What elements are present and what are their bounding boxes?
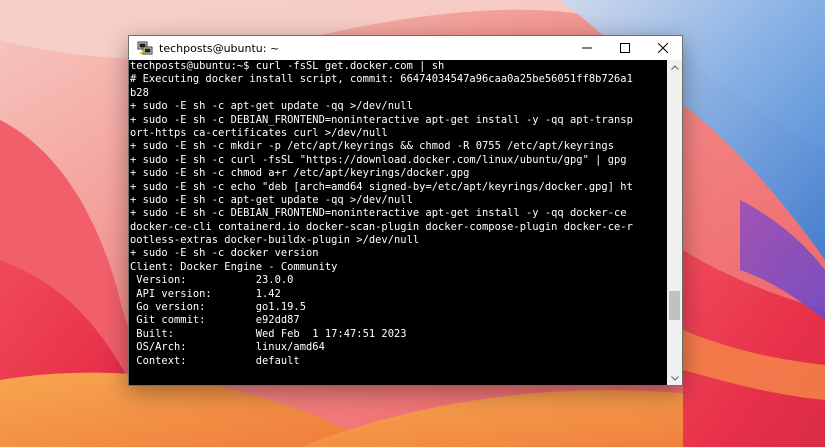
terminal-line: techposts@ubuntu:~$ curl -fsSL get.docke… <box>130 60 445 72</box>
terminal-line: Context: default <box>130 354 300 367</box>
terminal-line: + sudo -E sh -c apt-get update -qq >/dev… <box>130 100 413 113</box>
window-controls <box>568 36 682 60</box>
close-button[interactable] <box>644 36 682 60</box>
vertical-scrollbar[interactable] <box>667 60 682 385</box>
title-bar[interactable]: techposts@ubuntu: ~ <box>129 36 682 60</box>
terminal-line: + sudo -E sh -c apt-get update -qq >/dev… <box>130 193 413 206</box>
maximize-icon <box>620 43 630 53</box>
terminal-output[interactable]: techposts@ubuntu:~$ curl -fsSL get.docke… <box>129 60 667 385</box>
scrollbar-thumb[interactable] <box>669 290 680 321</box>
close-icon <box>658 43 668 53</box>
terminal-line: OS/Arch: linux/amd64 <box>130 341 325 354</box>
minimize-button[interactable] <box>568 36 606 60</box>
terminal-line: + sudo -E sh -c curl -fsSL "https://down… <box>130 153 627 166</box>
terminal-line: Built: Wed Feb 1 17:47:51 2023 <box>130 327 407 340</box>
terminal-line: docker-ce-cli containerd.io docker-scan-… <box>130 220 633 233</box>
putty-terminal-icon[interactable] <box>137 40 153 56</box>
terminal-line: + sudo -E sh -c chmod a+r /etc/apt/keyri… <box>130 167 470 180</box>
terminal-line: + sudo -E sh -c docker version <box>130 247 319 260</box>
minimize-icon <box>582 47 592 49</box>
terminal-line: b28 <box>130 86 149 99</box>
terminal-window[interactable]: techposts@ubuntu: ~ techposts@ubuntu:~$ … <box>128 35 683 386</box>
window-title: techposts@ubuntu: ~ <box>159 41 280 55</box>
terminal-line: # Executing docker install script, commi… <box>130 73 633 86</box>
scroll-up-button[interactable] <box>667 60 682 74</box>
chevron-up-icon <box>670 64 679 70</box>
terminal-line: Client: Docker Engine - Community <box>130 260 338 273</box>
terminal-line: + sudo -E sh -c echo "deb [arch=amd64 si… <box>130 180 633 193</box>
terminal-line: + sudo -E sh -c DEBIAN_FRONTEND=noninter… <box>130 207 627 220</box>
terminal-line: Go version: go1.19.5 <box>130 301 306 314</box>
maximize-button[interactable] <box>606 36 644 60</box>
chevron-down-icon <box>670 375 679 381</box>
terminal-line: Git commit: e92dd87 <box>130 314 300 327</box>
terminal-line: Version: 23.0.0 <box>130 274 294 287</box>
terminal-line: + sudo -E sh -c DEBIAN_FRONTEND=noninter… <box>130 113 633 126</box>
terminal-line: API version: 1.42 <box>130 287 281 300</box>
terminal-line: ort-https ca-certificates curl >/dev/nul… <box>130 126 388 139</box>
scroll-down-button[interactable] <box>667 371 682 385</box>
terminal-line: ootless-extras docker-buildx-plugin >/de… <box>130 234 420 247</box>
terminal-line: + sudo -E sh -c mkdir -p /etc/apt/keyrin… <box>130 140 614 153</box>
